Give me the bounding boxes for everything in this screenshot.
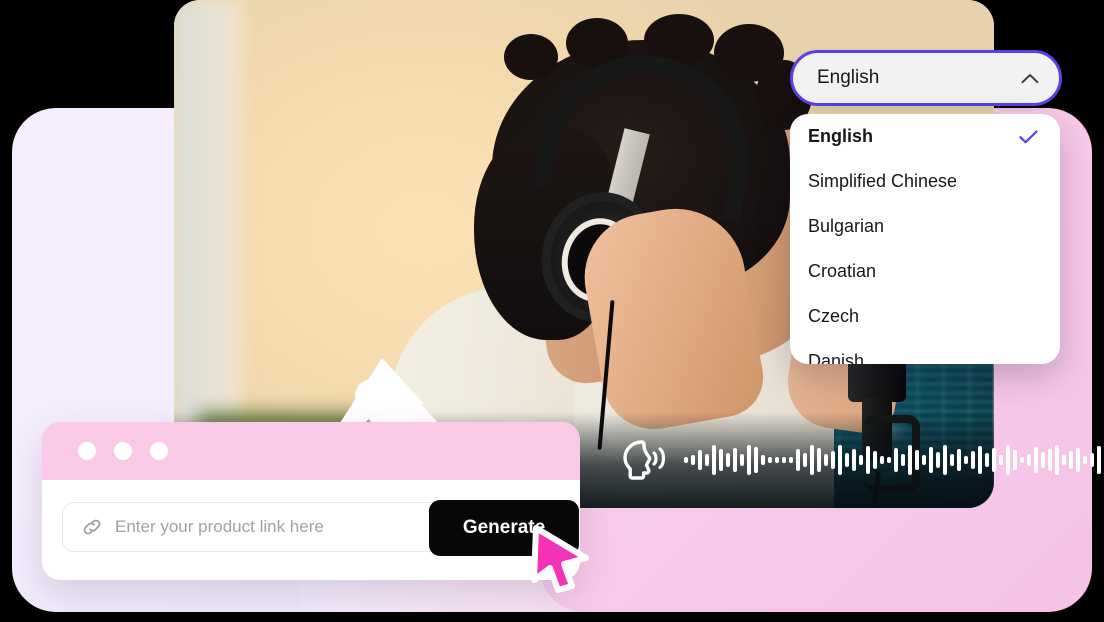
language-option-label: Simplified Chinese [808, 171, 958, 191]
photo-wall-edge [174, 0, 244, 430]
waveform-bar [922, 455, 926, 465]
browser-card: Enter your product link here Generate [42, 422, 580, 580]
product-link-input[interactable]: Enter your product link here Generate [62, 500, 579, 556]
waveform-bar [698, 450, 702, 470]
waveform-bar [1083, 456, 1087, 464]
language-option-czech[interactable]: Czech [790, 294, 1060, 339]
window-dot-2 [114, 442, 132, 460]
waveform-bar [1048, 449, 1052, 471]
waveform-bar [1055, 445, 1059, 475]
waveform-bar [747, 445, 751, 475]
waveform-bar [796, 449, 800, 471]
waveform-bar [859, 455, 863, 465]
waveform-bar [901, 454, 905, 466]
waveform-bar [943, 445, 947, 475]
waveform-bar [1027, 454, 1031, 466]
language-dropdown-trigger[interactable]: English [790, 50, 1062, 106]
waveform-bar [1062, 455, 1066, 465]
audio-waveform-overlay [622, 440, 1104, 480]
waveform-bar [705, 454, 709, 466]
window-dot-3 [150, 442, 168, 460]
waveform-bar [1006, 445, 1010, 475]
waveform-bar [1013, 450, 1017, 470]
waveform-bar [803, 453, 807, 467]
waveform-bar [985, 453, 989, 467]
waveform-bar [719, 449, 723, 471]
waveform-bar [1069, 451, 1073, 469]
waveform-bar [908, 445, 912, 475]
language-option-label: English [808, 126, 874, 146]
language-dropdown-menu[interactable]: English Simplified Chinese Bulgarian Croati… [790, 114, 1060, 364]
mouse-cursor [531, 525, 589, 593]
language-option-label: Croatian [808, 261, 877, 281]
waveform-bar [789, 457, 793, 463]
waveform-bar [866, 446, 870, 474]
waveform-bar [824, 454, 828, 466]
waveform-bar [992, 448, 996, 472]
waveform-bar [817, 448, 821, 472]
language-dropdown-value: English [817, 67, 880, 88]
language-option-english[interactable]: English [790, 114, 1060, 159]
link-icon [83, 519, 101, 535]
waveform-bar [691, 455, 695, 465]
photo-hair-curl [504, 34, 558, 80]
waveform-bar [1041, 452, 1045, 468]
window-dot-1 [78, 442, 96, 460]
screenshot-stage: English English Simplified Chinese Bulgari… [0, 0, 1104, 622]
waveform-bar [1097, 446, 1101, 474]
waveform-bar [1034, 447, 1038, 473]
waveform-bar [810, 445, 814, 475]
waveform-bar [852, 449, 856, 471]
waveform-bar [1076, 448, 1080, 472]
waveform-bar [957, 449, 961, 471]
waveform-bar [1090, 453, 1094, 467]
waveform-bar [726, 453, 730, 467]
product-link-placeholder: Enter your product link here [115, 517, 324, 536]
waveform-bar [971, 451, 975, 469]
waveform-bar [978, 446, 982, 474]
waveform-bar [873, 451, 877, 469]
waveform-bar [775, 457, 779, 463]
waveform-bar [880, 456, 884, 464]
waveform-bar [684, 457, 688, 463]
waveform-bars [684, 440, 1104, 480]
chevron-up-icon [1021, 73, 1039, 83]
waveform-bar [936, 452, 940, 468]
language-option-label: Czech [808, 306, 860, 326]
speaking-head-icon [623, 440, 666, 480]
waveform-bar [782, 457, 786, 463]
language-option-croatian[interactable]: Croatian [790, 249, 1060, 294]
waveform-bar [831, 451, 835, 469]
waveform-bar [712, 445, 716, 475]
waveform-bar [929, 447, 933, 473]
language-option-label: Danish [808, 351, 865, 364]
language-option-simplified-chinese[interactable]: Simplified Chinese [790, 159, 1060, 204]
waveform-bar [964, 456, 968, 464]
waveform-bar [761, 455, 765, 465]
waveform-bar [894, 448, 898, 472]
waveform-bar [915, 450, 919, 470]
waveform-bar [838, 445, 842, 475]
waveform-bar [999, 455, 1003, 465]
waveform-bar [845, 453, 849, 467]
language-option-danish[interactable]: Danish [790, 339, 1060, 364]
waveform-bar [733, 448, 737, 472]
waveform-bar [887, 457, 891, 463]
waveform-bar [740, 454, 744, 466]
check-icon [1019, 130, 1038, 143]
waveform-bar [1020, 457, 1024, 463]
language-option-bulgarian[interactable]: Bulgarian [790, 204, 1060, 249]
language-option-label: Bulgarian [808, 216, 885, 236]
browser-content: Enter your product link here Generate [42, 480, 580, 556]
waveform-bar [768, 457, 772, 463]
browser-titlebar [42, 422, 580, 480]
waveform-bar [754, 447, 758, 473]
waveform-bar [950, 454, 954, 466]
